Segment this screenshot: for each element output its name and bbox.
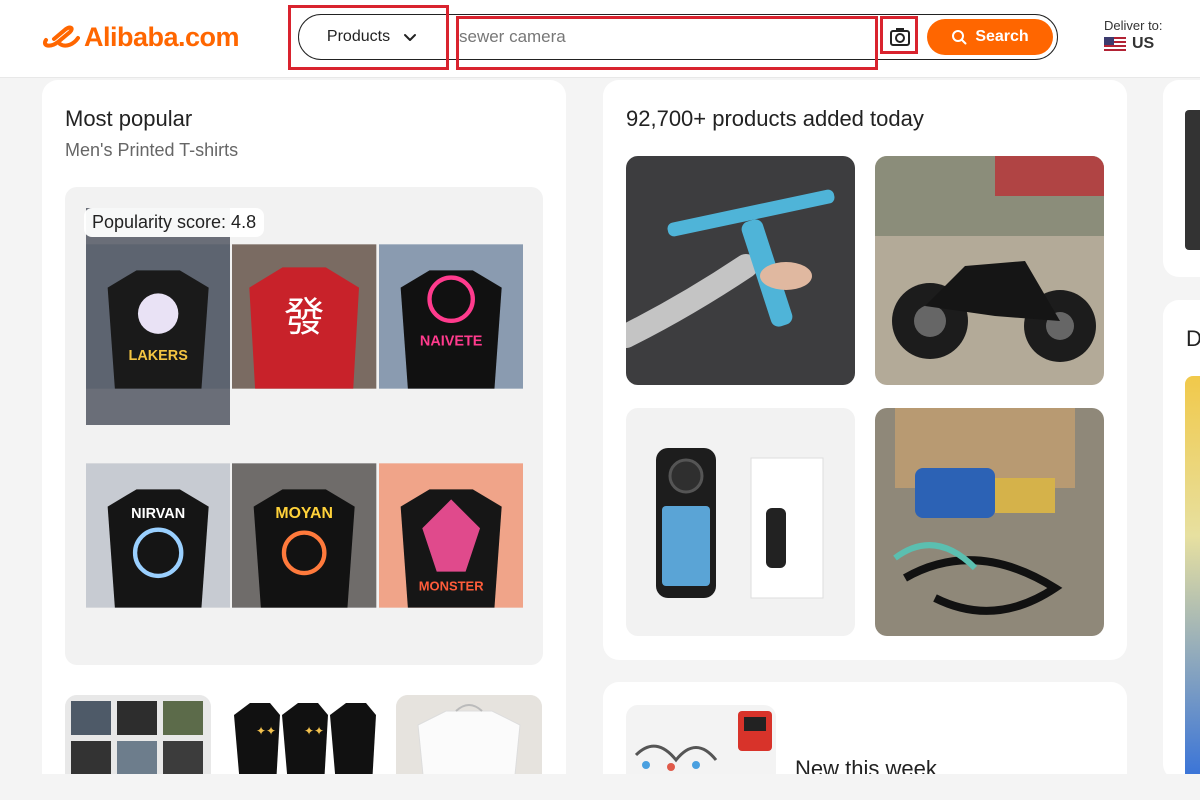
most-popular-title: Most popular [65, 106, 193, 131]
tshirt-image: NAIVETE [378, 208, 523, 425]
tshirt-image: MOYAN [232, 427, 377, 644]
chevron-down-icon [404, 34, 417, 41]
search-icon [952, 30, 967, 45]
search-input[interactable] [459, 21, 869, 53]
image-search-button[interactable] [887, 24, 913, 50]
tshirt-image: LAKERS [86, 208, 231, 425]
product-image-pressure-washer[interactable] [875, 408, 1104, 636]
logo-wordmark: Alibaba.com [84, 22, 240, 52]
product-image-action-camera[interactable] [626, 408, 855, 636]
search-button[interactable]: Search [927, 19, 1053, 55]
right-card-top[interactable] [1163, 80, 1200, 277]
new-week-image[interactable] [626, 705, 776, 785]
tshirt-collage[interactable]: LAKERS 發 NAIVETE NIRVAN MOYAN MONSTER [86, 208, 523, 644]
us-flag-icon [1104, 36, 1126, 52]
right-card-bottom[interactable]: D [1163, 300, 1200, 780]
tshirt-image: 發 [232, 208, 377, 425]
search-bar: Products Search [298, 14, 1058, 60]
camera-icon [890, 28, 910, 46]
product-image-motorcycle[interactable] [875, 156, 1104, 385]
deliver-country: US [1132, 35, 1155, 52]
category-select[interactable]: Products [299, 15, 447, 59]
top-header: Alibaba.com Products Search Deliver to: [0, 0, 1200, 78]
category-label: Products [326, 28, 391, 45]
page-bottom-edge [0, 774, 1200, 800]
svg-text:MOYAN: MOYAN [276, 505, 334, 522]
thumbnail-image[interactable] [396, 695, 542, 785]
popularity-score-badge: Popularity score: 4.8 [84, 208, 265, 237]
svg-text:發: 發 [284, 293, 324, 341]
svg-text:MONSTER: MONSTER [418, 578, 483, 593]
tshirt-image: NIRVAN [86, 427, 231, 644]
svg-text:✦✦: ✦✦ [256, 724, 276, 738]
most-popular-subtitle: Men's Printed T-shirts [65, 140, 239, 160]
right-card-image [1185, 110, 1200, 250]
svg-text:NAIVETE: NAIVETE [420, 333, 483, 349]
products-added-title: 92,700+ products added today [626, 106, 924, 131]
thumbnail-image[interactable] [65, 695, 211, 785]
right-card-title: D [1186, 326, 1200, 351]
deliver-label: Deliver to: [1104, 18, 1163, 33]
thumbnail-image[interactable]: ✦✦ ✦✦ [230, 695, 378, 785]
deliver-to[interactable]: Deliver to: US [1104, 18, 1163, 53]
alibaba-logo-icon [43, 25, 80, 48]
tshirt-image: MONSTER [378, 427, 523, 644]
svg-text:LAKERS: LAKERS [129, 348, 189, 364]
svg-text:✦✦: ✦✦ [304, 724, 324, 738]
svg-text:NIRVAN: NIRVAN [131, 506, 185, 522]
product-image-window-squeegee[interactable] [626, 156, 855, 385]
search-button-label: Search [975, 28, 1029, 45]
right-card-image [1185, 376, 1200, 776]
alibaba-logo[interactable]: Alibaba.com [40, 22, 240, 52]
